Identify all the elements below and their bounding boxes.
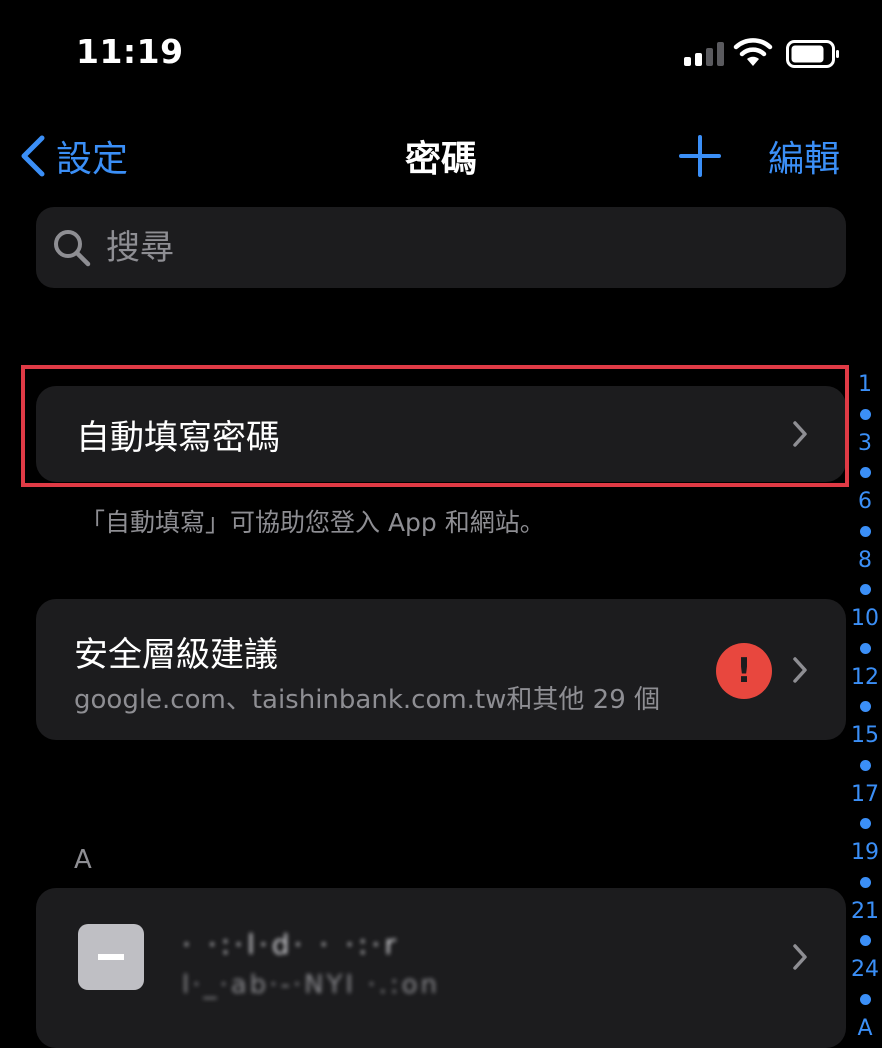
index-dot [859,642,871,654]
wifi-icon [733,38,773,66]
section-header-a: A [74,845,92,875]
index-item[interactable]: 6 [858,487,872,517]
chevron-right-icon [793,657,807,683]
index-dot [859,701,871,712]
autofill-passwords-row[interactable]: 自動填寫密碼 [36,386,846,482]
index-item[interactable]: 19 [851,838,879,868]
index-item[interactable]: A [857,1014,872,1044]
index-dot [859,935,871,946]
index-dot [859,525,871,537]
index-dot [859,876,871,888]
index-item[interactable]: 24 [851,955,879,985]
autofill-footnote: 「自動填寫」可協助您登入 App 和網站。 [80,508,545,537]
index-item[interactable]: 17 [851,780,879,810]
warning-badge-icon: ! [716,643,772,699]
entry-site-name: · ·:·l·d· · ·:·r [182,928,400,961]
index-item[interactable]: 1 [858,370,872,400]
chevron-right-icon [793,944,807,970]
autofill-label: 自動填寫密碼 [76,417,280,458]
index-dot [859,993,871,1005]
status-time: 11:19 [76,32,184,71]
index-item[interactable]: 15 [851,721,879,751]
back-button[interactable]: 設定 [18,130,128,182]
section-index[interactable]: 1 3 6 8 10 12 15 17 19 21 24 A [848,370,882,1043]
security-title: 安全層級建議 [74,635,278,675]
search-bar[interactable] [36,207,846,288]
search-input[interactable] [104,226,808,269]
add-password-button[interactable] [678,134,722,178]
index-item[interactable]: 12 [851,663,879,693]
index-dot [859,584,871,595]
index-item[interactable]: 3 [858,429,872,459]
cellular-signal-icon [684,42,724,66]
page-title: 密碼 [404,139,477,180]
index-item[interactable]: 10 [851,604,879,634]
index-dot [859,759,871,771]
index-item[interactable]: 8 [858,546,872,576]
back-label: 設定 [56,139,129,180]
index-dot [859,408,871,420]
security-subtitle: google.com、taishinbank.com.tw和其他 29 個 [74,685,661,715]
edit-button[interactable]: 編輯 [768,130,840,182]
security-recommendations-row[interactable]: 安全層級建議 google.com、taishinbank.com.tw和其他 … [36,599,846,740]
entry-username: l·_·ab·-·NYI ·.:on [182,970,441,1000]
chevron-left-icon [21,135,45,177]
site-icon [78,924,144,990]
chevron-right-icon [793,421,807,447]
index-item[interactable]: 21 [851,897,879,927]
battery-icon [786,40,839,68]
password-entry-row[interactable]: · ·:·l·d· · ·:·r l·_·ab·-·NYI ·.:on [36,888,846,1048]
index-dot [859,467,871,478]
search-icon [54,229,91,266]
index-dot [859,818,871,829]
